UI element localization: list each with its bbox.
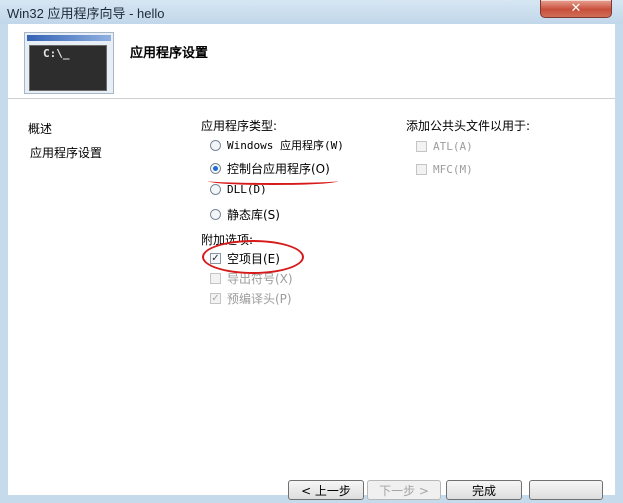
checkbox-icon [416, 141, 427, 152]
window-title-stripe [27, 35, 111, 41]
next-button[interactable]: 下一步 > [367, 480, 441, 500]
checkbox-icon [416, 164, 427, 175]
red-circle-annotation [202, 240, 304, 274]
nav-item-overview[interactable]: 概述 [28, 119, 102, 143]
close-button[interactable]: ✕ [540, 0, 612, 18]
radio-icon [210, 209, 221, 220]
console-app-illustration: C:\_ [24, 32, 114, 94]
common-headers-label: 添加公共头文件以用于: [406, 119, 531, 133]
radio-dll[interactable]: DLL(D) [210, 183, 267, 196]
page-title: 应用程序设置 [130, 46, 209, 61]
nav-item-app-settings[interactable]: 应用程序设置 [28, 143, 102, 167]
checkbox-atl[interactable]: ATL(A) [416, 140, 473, 153]
app-type-label: 应用程序类型: [201, 119, 278, 133]
radio-static-lib[interactable]: 静态库(S) [210, 206, 280, 223]
cancel-button[interactable] [529, 480, 603, 500]
radio-windows-app[interactable]: Windows 应用程序(W) [210, 137, 344, 153]
radio-icon-selected [210, 163, 221, 174]
checkbox-icon [210, 273, 221, 284]
radio-icon [210, 184, 221, 195]
close-icon: ✕ [570, 1, 582, 16]
checkbox-mfc[interactable]: MFC(M) [416, 163, 473, 176]
checkmark-icon: ✓ [210, 293, 221, 304]
red-underline-annotation [208, 177, 338, 185]
wizard-nav: 概述 应用程序设置 [28, 119, 102, 167]
title-bar: Win32 应用程序向导 - hello ✕ [0, 0, 623, 24]
window-title: Win32 应用程序向导 - hello [7, 6, 165, 21]
console-prompt: C:\_ [43, 47, 70, 60]
radio-icon [210, 139, 221, 151]
finish-button[interactable]: 完成 [446, 480, 522, 500]
dialog-client: C:\_ 应用程序设置 概述 应用程序设置 应用程序类型: Windows 应用… [8, 24, 615, 500]
radio-console-app[interactable]: 控制台应用程序(O) [210, 160, 330, 177]
checkbox-precompiled-header[interactable]: ✓ 预编译头(P) [210, 290, 292, 307]
wizard-header: C:\_ 应用程序设置 [8, 24, 615, 99]
back-button[interactable]: < 上一步 [288, 480, 364, 500]
